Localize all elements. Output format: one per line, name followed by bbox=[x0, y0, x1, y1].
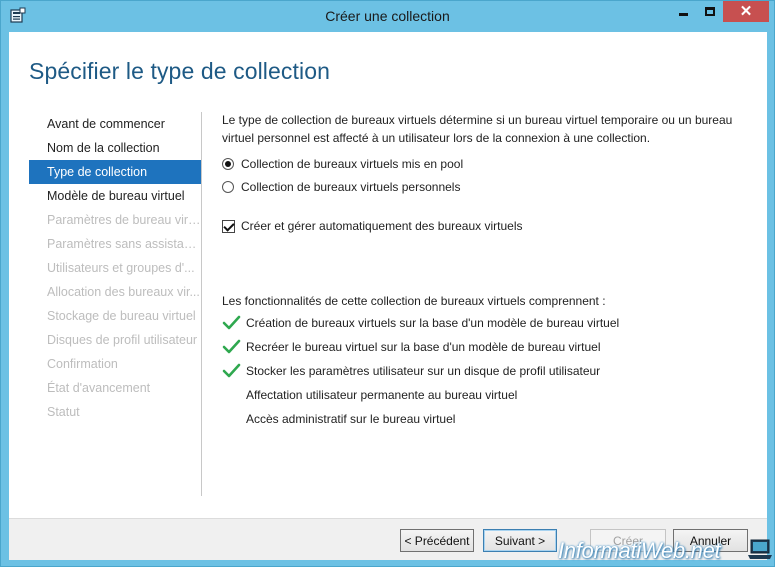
feature-item: Création de bureaux virtuels sur la base… bbox=[222, 315, 619, 331]
radio-pooled-label: Collection de bureaux virtuels mis en po… bbox=[241, 157, 464, 171]
nav-step: Utilisateurs et groupes d'... bbox=[47, 261, 195, 275]
radio-button[interactable] bbox=[222, 181, 234, 193]
nav-step: Confirmation bbox=[47, 357, 118, 371]
feature-label: Recréer le bureau virtuel sur la base d'… bbox=[246, 340, 601, 354]
auto-manage-checkbox[interactable] bbox=[222, 219, 235, 233]
previous-button[interactable]: < Précédent bbox=[400, 529, 474, 552]
close-icon: ✕ bbox=[739, 3, 753, 20]
nav-step[interactable]: Avant de commencer bbox=[29, 112, 201, 136]
maximize-icon bbox=[705, 7, 715, 16]
nav-step[interactable]: Type de collection bbox=[29, 160, 201, 184]
feature-spacer bbox=[222, 411, 246, 427]
minimize-button[interactable] bbox=[670, 1, 697, 22]
auto-manage-checkbox-row[interactable]: Créer et gérer automatiquement des burea… bbox=[222, 219, 522, 233]
minimize-icon bbox=[679, 13, 688, 16]
title-bar[interactable]: Créer une collection ✕ bbox=[1, 1, 774, 31]
feature-label: Accès administratif sur le bureau virtue… bbox=[246, 412, 456, 426]
feature-label: Stocker les paramètres utilisateur sur u… bbox=[246, 364, 601, 378]
nav-step: Paramètres de bureau virt... bbox=[47, 213, 201, 227]
green-check-icon bbox=[222, 339, 241, 354]
feature-item: Stocker les paramètres utilisateur sur u… bbox=[222, 363, 600, 379]
window-title: Créer une collection bbox=[325, 8, 450, 24]
page-header: Spécifier le type de collection bbox=[9, 32, 767, 106]
page-title: Spécifier le type de collection bbox=[29, 58, 330, 84]
intro-text: Le type de collection de bureaux virtuel… bbox=[222, 113, 733, 145]
wizard-client: Spécifier le type de collection Avant de… bbox=[9, 32, 767, 560]
nav-step: Disques de profil utilisateur bbox=[47, 333, 198, 347]
feature-item: Recréer le bureau virtuel sur la base d'… bbox=[222, 339, 601, 355]
content-pane: Le type de collection de bureaux virtuel… bbox=[222, 111, 752, 426]
next-button[interactable]: Suivant > bbox=[483, 529, 557, 552]
feature-label: Affectation utilisateur permanente au bu… bbox=[246, 388, 518, 402]
nav-step: Allocation des bureaux vir... bbox=[47, 285, 200, 299]
maximize-button[interactable] bbox=[697, 1, 723, 22]
laptop-logo-icon bbox=[748, 539, 772, 559]
feature-item: Accès administratif sur le bureau virtue… bbox=[222, 411, 455, 427]
nav-step: Statut bbox=[47, 405, 80, 419]
wizard-steps-nav: Avant de commencer Nom de la collection Ty… bbox=[29, 112, 201, 424]
nav-step: Paramètres sans assistance bbox=[47, 237, 201, 251]
wizard-window: Créer une collection ✕ Spécifier le type… bbox=[0, 0, 775, 567]
auto-manage-label: Créer et gérer automatiquement des burea… bbox=[241, 219, 523, 233]
features-heading: Les fonctionnalités de cette collection … bbox=[222, 294, 606, 308]
nav-step: Stockage de bureau virtuel bbox=[47, 309, 196, 323]
nav-divider bbox=[201, 112, 202, 496]
radio-personal-collection[interactable]: Collection de bureaux virtuels personnel… bbox=[222, 180, 460, 194]
watermark-logo: InformatiWeb.net bbox=[558, 538, 721, 563]
feature-spacer bbox=[222, 387, 246, 403]
green-check-icon bbox=[222, 363, 241, 378]
close-button[interactable]: ✕ bbox=[723, 1, 769, 22]
feature-item: Affectation utilisateur permanente au bu… bbox=[222, 387, 517, 403]
nav-step[interactable]: Nom de la collection bbox=[29, 136, 201, 160]
radio-pooled-collection[interactable]: Collection de bureaux virtuels mis en po… bbox=[222, 157, 463, 171]
feature-label: Création de bureaux virtuels sur la base… bbox=[246, 316, 620, 330]
nav-step[interactable]: Modèle de bureau virtuel bbox=[29, 184, 201, 208]
nav-step: État d'avancement bbox=[47, 381, 151, 395]
radio-button[interactable] bbox=[222, 158, 234, 170]
radio-personal-label: Collection de bureaux virtuels personnel… bbox=[241, 180, 461, 194]
green-check-icon bbox=[222, 315, 241, 330]
